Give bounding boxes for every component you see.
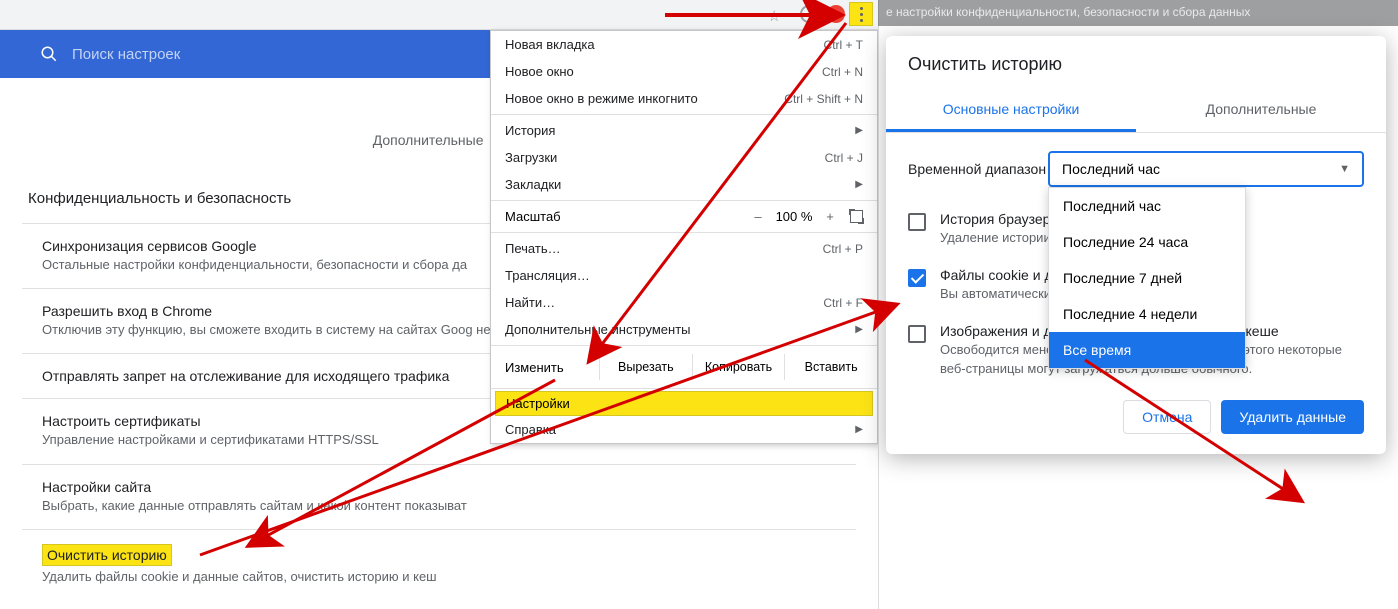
time-range-select[interactable]: Последний час ▼	[1048, 151, 1364, 187]
menu-settings[interactable]: Настройки	[495, 391, 873, 416]
clear-history-dialog: Очистить историю Основные настройки Допо…	[886, 36, 1386, 454]
menu-downloads[interactable]: ЗагрузкиCtrl + J	[491, 144, 877, 171]
menu-edit-row: Изменить Вырезать Копировать Вставить	[491, 348, 877, 386]
tab-basic[interactable]: Основные настройки	[886, 89, 1136, 132]
row-title: Очистить историю	[42, 544, 836, 566]
time-range-options: Последний час Последние 24 часа Последни…	[1048, 187, 1246, 369]
opt-all-time[interactable]: Все время	[1049, 332, 1245, 368]
row-title: Настройки сайта	[42, 479, 836, 495]
account-icon[interactable]	[800, 5, 818, 23]
zoom-percent: 100 %	[770, 209, 818, 224]
chevron-right-icon: ▶	[855, 125, 863, 136]
time-range-row: Временной диапазон Последний час ▼ После…	[886, 133, 1386, 201]
star-icon[interactable]: ☆	[768, 7, 781, 25]
opt-last-hour[interactable]: Последний час	[1049, 188, 1245, 224]
menu-history[interactable]: История▶	[491, 117, 877, 144]
right-panel: е настройки конфиденциальности, безопасн…	[878, 0, 1398, 609]
menu-incognito[interactable]: Новое окно в режиме инкогнитоCtrl + Shif…	[491, 85, 877, 112]
fullscreen-icon[interactable]	[850, 210, 863, 223]
dialog-title: Очистить историю	[886, 36, 1386, 89]
separator	[491, 388, 877, 389]
separator	[491, 345, 877, 346]
cut-button[interactable]: Вырезать	[599, 354, 692, 380]
browser-tabstrip: ☆	[0, 0, 878, 30]
shortcut: Ctrl + N	[822, 65, 863, 79]
checkbox[interactable]	[908, 325, 926, 343]
shortcut: Ctrl + F	[823, 296, 863, 310]
tab-advanced[interactable]: Дополнительные	[1136, 89, 1386, 132]
zoom-in-button[interactable]: +	[818, 209, 842, 224]
kebab-menu-button[interactable]	[849, 2, 873, 26]
menu-new-window[interactable]: Новое окноCtrl + N	[491, 58, 877, 85]
menu-help[interactable]: Справка▶	[491, 416, 877, 443]
highlight: Очистить историю	[42, 544, 172, 566]
checkbox[interactable]	[908, 269, 926, 287]
copy-button[interactable]: Копировать	[692, 354, 785, 380]
chevron-down-icon: ▼	[1339, 163, 1350, 175]
search-input[interactable]	[72, 46, 271, 63]
shortcut: Ctrl + Shift + N	[784, 92, 863, 106]
menu-bookmarks[interactable]: Закладки▶	[491, 171, 877, 198]
profile-icon[interactable]	[827, 5, 845, 23]
menu-zoom: Масштаб – 100 % +	[491, 203, 877, 230]
row-subtitle: Удалить файлы cookie и данные сайтов, оч…	[42, 568, 836, 586]
checkbox[interactable]	[908, 213, 926, 231]
dialog-buttons: Отмена Удалить данные	[886, 388, 1386, 440]
shortcut: Ctrl + P	[823, 242, 863, 256]
separator	[491, 232, 877, 233]
row-subtitle: Выбрать, какие данные отправлять сайтам …	[42, 497, 836, 515]
menu-cast[interactable]: Трансляция…	[491, 262, 877, 289]
dialog-tabs: Основные настройки Дополнительные	[886, 89, 1386, 133]
advanced-label: Дополнительные	[373, 132, 484, 148]
search-icon	[40, 45, 58, 63]
shortcut: Ctrl + T	[824, 38, 863, 52]
menu-find[interactable]: Найти…Ctrl + F	[491, 289, 877, 316]
zoom-out-button[interactable]: –	[746, 209, 770, 224]
shortcut: Ctrl + J	[825, 151, 863, 165]
menu-more-tools[interactable]: Дополнительные инструменты▶	[491, 316, 877, 343]
dimmed-background-text: е настройки конфиденциальности, безопасн…	[878, 0, 1398, 26]
chevron-right-icon: ▶	[855, 179, 863, 190]
cancel-button[interactable]: Отмена	[1123, 400, 1211, 434]
range-label: Временной диапазон	[908, 161, 1048, 177]
menu-print[interactable]: Печать…Ctrl + P	[491, 235, 877, 262]
chevron-right-icon: ▶	[855, 324, 863, 335]
paste-button[interactable]: Вставить	[784, 354, 877, 380]
row-site-settings[interactable]: Настройки сайта Выбрать, какие данные от…	[22, 465, 856, 530]
chevron-right-icon: ▶	[855, 424, 863, 435]
opt-last-24h[interactable]: Последние 24 часа	[1049, 224, 1245, 260]
opt-last-4w[interactable]: Последние 4 недели	[1049, 296, 1245, 332]
separator	[491, 200, 877, 201]
row-clear-history[interactable]: Очистить историю Удалить файлы cookie и …	[22, 530, 856, 600]
separator	[491, 114, 877, 115]
opt-last-7d[interactable]: Последние 7 дней	[1049, 260, 1245, 296]
select-value: Последний час	[1062, 161, 1160, 177]
menu-new-tab[interactable]: Новая вкладкаCtrl + T	[491, 31, 877, 58]
clear-data-button[interactable]: Удалить данные	[1221, 400, 1364, 434]
chrome-main-menu: Новая вкладкаCtrl + T Новое окноCtrl + N…	[490, 30, 878, 444]
